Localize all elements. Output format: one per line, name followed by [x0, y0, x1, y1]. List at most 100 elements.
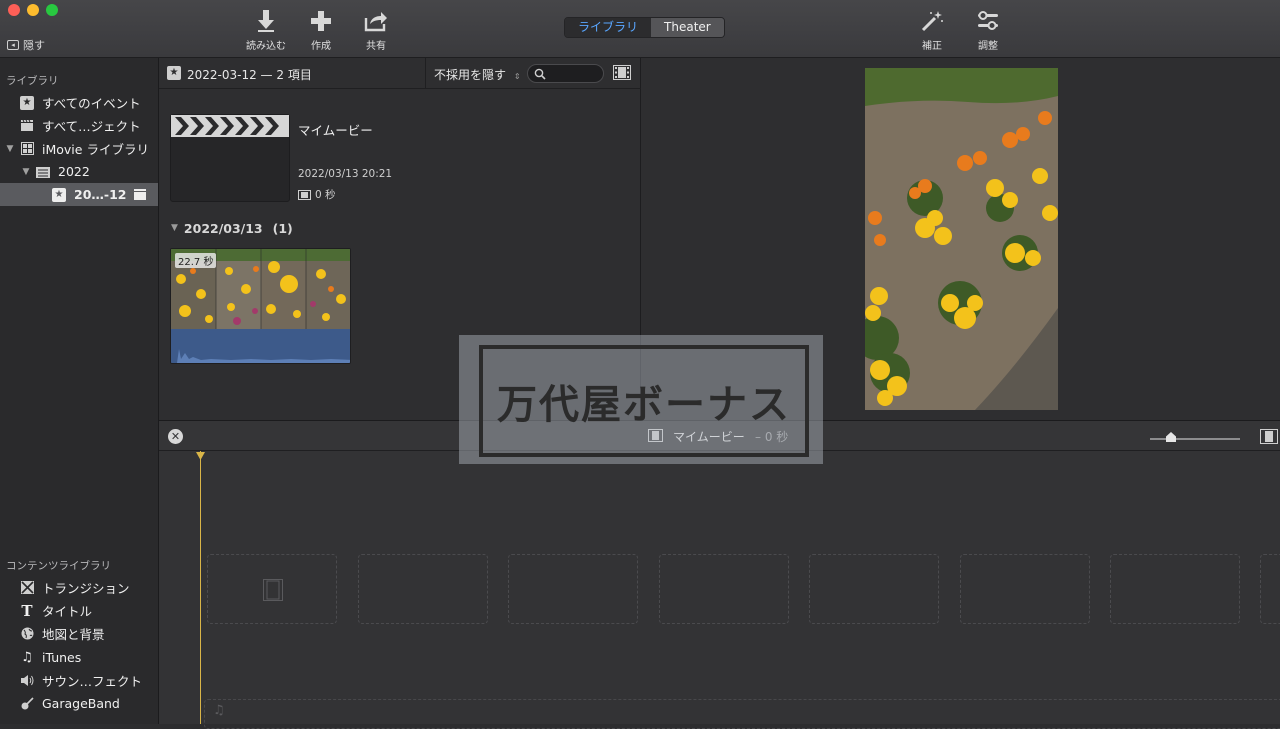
watermark-box: 万代屋ボーナス — [479, 345, 809, 457]
timeline-drop-slot[interactable] — [1110, 554, 1240, 624]
close-project-button[interactable]: ✕ — [168, 429, 183, 444]
sidebar-item-label: 2022 — [58, 164, 90, 179]
create-button[interactable]: 作成 — [293, 9, 349, 52]
watermark-text: 万代屋ボーナス — [497, 382, 791, 428]
grid-icon — [20, 142, 34, 156]
share-label: 共有 — [366, 41, 386, 52]
timeline-drop-slot[interactable] — [659, 554, 789, 624]
share-icon — [364, 12, 387, 32]
preview-frame[interactable] — [865, 68, 1058, 410]
timeline[interactable]: ♫ — [159, 451, 1280, 729]
project-title: マイムービー — [298, 123, 373, 138]
tab-library[interactable]: ライブラリ — [565, 18, 652, 37]
project-date: 2022/03/13 20:21 — [298, 168, 393, 180]
filmstrip-toggle-icon[interactable] — [613, 65, 631, 83]
separator — [425, 58, 426, 89]
clapper-icon — [20, 119, 34, 133]
watermark: 万代屋ボーナス — [459, 335, 823, 464]
sidebar-item-2022[interactable]: ▼ 2022 — [0, 160, 158, 183]
import-arrow-icon — [258, 10, 274, 32]
video-clip[interactable]: 22.7 秒 — [170, 248, 351, 364]
search-input[interactable] — [527, 64, 604, 83]
timeline-view-toggle-icon[interactable] — [1260, 429, 1278, 447]
project-item[interactable] — [170, 114, 290, 202]
sidebar-item-label: すべて…ジェクト — [42, 119, 141, 134]
sidebar-item-sound-effects[interactable]: サウン…フェクト — [0, 669, 158, 692]
sidebar-item-all-projects[interactable]: すべて…ジェクト — [0, 114, 158, 137]
date-group-count: (1) — [272, 221, 293, 236]
browser-header-title: 2022-03-12 — 2 項目 — [187, 68, 312, 82]
sidebar-item-maps-backgrounds[interactable]: 地図と背景 — [0, 622, 158, 645]
import-button[interactable]: 読み込む — [238, 9, 294, 52]
star-icon: ★ — [20, 95, 34, 110]
sidebar-item-label: 20…-12 — [74, 187, 127, 202]
music-note-icon: ♫ — [21, 650, 33, 665]
libraries-section-title: ライブラリ — [6, 75, 59, 87]
minimize-window-button[interactable] — [27, 4, 39, 16]
playhead[interactable] — [200, 451, 201, 724]
sidebar-item-titles[interactable]: T タイトル — [0, 599, 158, 622]
disclosure-triangle-icon[interactable]: ▼ — [4, 144, 16, 154]
sliders-icon — [978, 11, 998, 30]
sidebar-item-label: サウン…フェクト — [42, 674, 143, 689]
sidebar-item-itunes[interactable]: ♫ iTunes — [0, 646, 158, 669]
disclosure-triangle-icon: ▼ — [171, 223, 178, 233]
sidebar-item-label: トランジション — [42, 581, 130, 596]
zoom-slider-thumb[interactable] — [1166, 432, 1176, 442]
sidebar-item-transitions[interactable]: トランジション — [0, 576, 158, 599]
sidebar-item-event-2022-03-12[interactable]: ★ 20…-12 — [0, 183, 158, 206]
music-note-icon: ♫ — [213, 703, 225, 718]
sidebar-item-label: iTunes — [42, 650, 82, 665]
timeline-drop-slot[interactable] — [960, 554, 1090, 624]
hide-label: 隠す — [23, 39, 45, 52]
clip-duration-label: 22.7 秒 — [178, 257, 214, 268]
audio-waveform — [171, 329, 350, 363]
disclosure-triangle-icon[interactable]: ▼ — [20, 167, 32, 177]
date-group-label: 2022/03/13 — [183, 221, 263, 236]
search-icon — [534, 68, 546, 80]
tab-theater[interactable]: Theater — [651, 18, 724, 37]
sidebar-item-label: 地図と背景 — [42, 627, 105, 642]
playhead-handle[interactable] — [196, 452, 205, 460]
clapper-icon — [133, 188, 147, 204]
share-button[interactable]: 共有 — [348, 9, 404, 52]
timeline-drop-slot[interactable] — [207, 554, 337, 624]
adjust-button[interactable]: 調整 — [960, 9, 1016, 52]
clapperboard-icon — [171, 115, 289, 137]
star-icon: ★ — [52, 187, 66, 202]
title-icon: T — [21, 601, 33, 620]
zoom-window-button[interactable] — [46, 4, 58, 16]
sidebar-item-all-events[interactable]: ★ すべてのイベント — [0, 91, 158, 114]
sidebar-item-label: すべてのイベント — [42, 96, 141, 111]
view-switcher: ライブラリ Theater — [564, 17, 725, 38]
enhance-button[interactable]: 補正 — [904, 9, 960, 52]
sidebar-item-garageband[interactable]: GarageBand — [0, 692, 158, 715]
project-duration-label: 0 秒 — [315, 189, 336, 201]
zoom-slider[interactable] — [1150, 429, 1240, 443]
reject-filter-label: 不採用を隠す — [434, 68, 507, 82]
magic-wand-icon — [921, 11, 943, 32]
zoom-slider-track — [1150, 438, 1240, 440]
filmstrip-icon — [298, 189, 311, 200]
close-window-button[interactable] — [8, 4, 20, 16]
music-drop-slot[interactable]: ♫ — [204, 699, 1280, 729]
timeline-drop-slot[interactable] — [508, 554, 638, 624]
sidebar-item-imovie-library[interactable]: ▼ iMovie ライブラリ — [0, 137, 158, 160]
timeline-drop-slot[interactable] — [809, 554, 939, 624]
updown-arrows-icon: ⇕ — [513, 72, 521, 81]
timeline-drop-slot[interactable] — [358, 554, 488, 624]
star-icon: ★ — [167, 66, 181, 80]
filmstrip-placeholder-icon — [263, 579, 283, 601]
sidebar-item-label: GarageBand — [42, 696, 120, 711]
plus-icon — [311, 11, 331, 31]
import-label: 読み込む — [246, 41, 286, 52]
globe-icon — [20, 627, 34, 641]
clip-duration-badge: 22.7 秒 — [175, 253, 217, 268]
browser-header: ★ 2022-03-12 — 2 項目 不採用を隠す ⇕ — [159, 58, 641, 89]
timeline-drop-slot[interactable] — [1260, 554, 1280, 624]
transition-icon — [20, 581, 34, 595]
date-group-header[interactable]: ▼ 2022/03/13 (1) — [171, 221, 293, 236]
content-library-section-title: コンテンツライブラリ — [6, 560, 111, 572]
reject-filter-select[interactable]: 不採用を隠す ⇕ — [434, 66, 521, 83]
hide-sidebar-button[interactable]: ◂ 隠す — [7, 37, 45, 53]
